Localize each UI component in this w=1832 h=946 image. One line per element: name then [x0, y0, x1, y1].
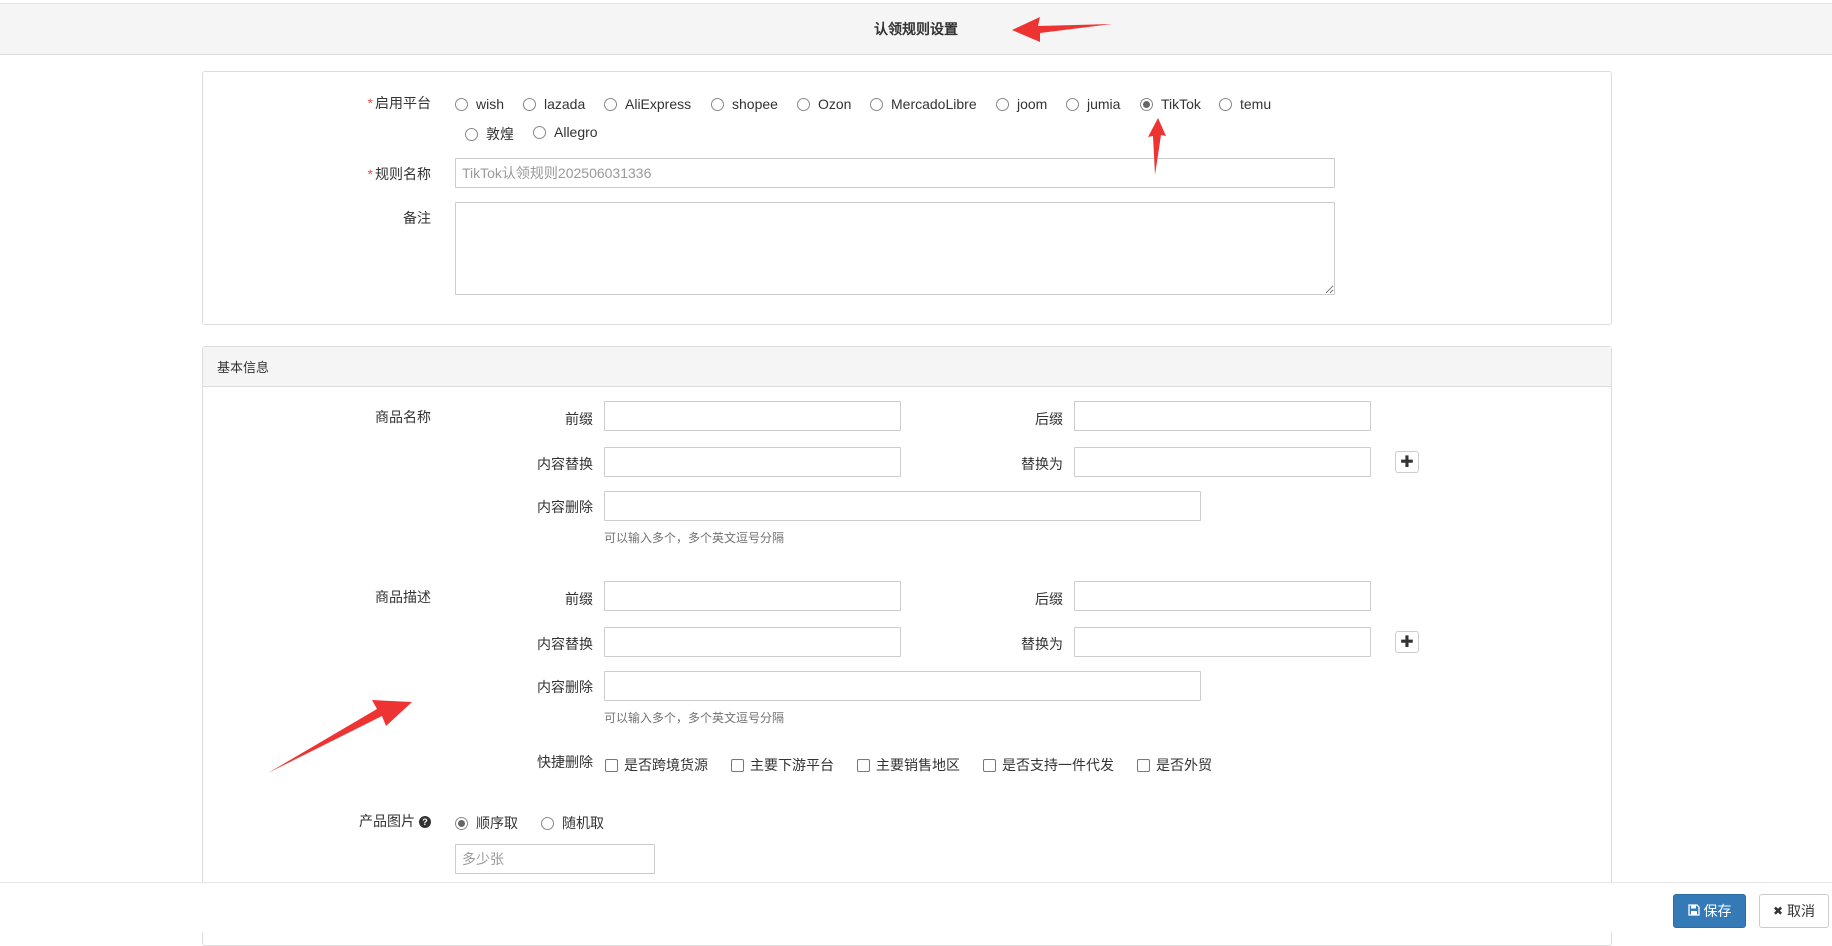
radio-circle[interactable]: [797, 97, 810, 111]
name-replace-with-label: 替换为: [1021, 456, 1063, 472]
desc-add-replace-button[interactable]: ✚: [1395, 631, 1419, 653]
name-suffix-label: 后缀: [1035, 411, 1063, 427]
name-replace-with-input[interactable]: [1074, 447, 1371, 477]
platform-radio-wish[interactable]: wish: [455, 96, 504, 112]
checkbox-box[interactable]: [1137, 758, 1150, 772]
name-prefix-input[interactable]: [604, 401, 901, 431]
desc-replace-with-input[interactable]: [1074, 627, 1371, 657]
platform-radio-aliexpress[interactable]: AliExpress: [604, 96, 691, 112]
radio-circle[interactable]: [455, 97, 468, 111]
rule-settings-panel: * 启用平台 wish lazada AliExpress shopee Ozon…: [202, 71, 1612, 325]
question-circle-icon[interactable]: ?: [419, 816, 431, 829]
checkbox-box[interactable]: [983, 758, 996, 772]
desc-delete-help: 可以输入多个，多个英文逗号分隔: [604, 711, 785, 725]
remark-textarea[interactable]: [455, 202, 1335, 295]
product-desc-label: 商品描述: [375, 589, 431, 605]
platform-label: * 启用平台: [367, 95, 431, 111]
name-delete-input[interactable]: [604, 491, 1201, 521]
radio-circle[interactable]: [533, 125, 546, 139]
page-header: 认领规则设置: [0, 3, 1832, 55]
quick-delete-cross-border[interactable]: 是否跨境货源: [605, 755, 708, 775]
platform-radio-joom[interactable]: joom: [996, 96, 1047, 112]
name-replace-input[interactable]: [604, 447, 901, 477]
cancel-button[interactable]: ✖ 取消: [1759, 894, 1829, 928]
platform-radio-dunhuang[interactable]: 敦煌: [465, 124, 514, 144]
quick-delete-sales-region[interactable]: 主要销售地区: [857, 755, 960, 775]
radio-circle[interactable]: [996, 97, 1009, 111]
quick-delete-dropshipping[interactable]: 是否支持一件代发: [983, 755, 1114, 775]
radio-circle[interactable]: [523, 97, 536, 111]
platform-radio-shopee[interactable]: shopee: [711, 96, 778, 112]
images-order-radio[interactable]: 顺序取: [455, 813, 518, 833]
images-random-radio[interactable]: 随机取: [541, 813, 604, 833]
platform-radio-mercadolibre[interactable]: MercadoLibre: [870, 96, 977, 112]
radio-circle[interactable]: [870, 97, 883, 111]
radio-circle[interactable]: [465, 127, 478, 141]
quick-delete-label: 快捷删除: [537, 754, 593, 770]
plus-icon: ✚: [1400, 634, 1414, 651]
platform-radio-tiktok[interactable]: TikTok: [1140, 96, 1201, 112]
radio-circle[interactable]: [1066, 97, 1079, 111]
platform-radio-jumia[interactable]: jumia: [1066, 96, 1120, 112]
floppy-disk-icon: [1687, 903, 1700, 919]
basic-info-panel: 基本信息 商品名称 前缀 后缀 内容替换 替换为 ✚ 内容删除 可以输入多个，多…: [202, 346, 1612, 946]
platform-radio-lazada[interactable]: lazada: [523, 96, 585, 112]
name-delete-help: 可以输入多个，多个英文逗号分隔: [604, 531, 785, 545]
images-count-input[interactable]: [455, 844, 655, 874]
desc-prefix-label: 前缀: [565, 591, 593, 607]
name-suffix-input[interactable]: [1074, 401, 1371, 431]
footer-bar: 保存 ✖ 取消: [0, 882, 1832, 932]
plus-icon: ✚: [1400, 454, 1414, 471]
product-images-label: 产品图片?: [203, 811, 431, 831]
name-add-replace-button[interactable]: ✚: [1395, 451, 1419, 473]
remark-label: 备注: [403, 210, 431, 226]
radio-circle[interactable]: [711, 97, 724, 111]
desc-replace-with-label: 替换为: [1021, 636, 1063, 652]
name-delete-label: 内容删除: [537, 499, 593, 515]
desc-suffix-label: 后缀: [1035, 591, 1063, 607]
desc-suffix-input[interactable]: [1074, 581, 1371, 611]
desc-replace-input[interactable]: [604, 627, 901, 657]
close-icon: ✖: [1772, 904, 1784, 918]
quick-delete-foreign-trade[interactable]: 是否外贸: [1137, 755, 1212, 775]
rule-name-input[interactable]: [455, 158, 1335, 188]
product-name-label: 商品名称: [375, 409, 431, 425]
radio-circle[interactable]: [541, 816, 554, 830]
platform-radio-temu[interactable]: temu: [1219, 96, 1271, 112]
platform-radio-allegro[interactable]: Allegro: [533, 124, 598, 140]
checkbox-box[interactable]: [857, 758, 870, 772]
page-title: 认领规则设置: [874, 21, 958, 37]
name-replace-label: 内容替换: [537, 456, 593, 472]
checkbox-box[interactable]: [605, 758, 618, 772]
name-prefix-label: 前缀: [565, 411, 593, 427]
platform-radio-ozon[interactable]: Ozon: [797, 96, 851, 112]
desc-replace-label: 内容替换: [537, 636, 593, 652]
desc-delete-label: 内容删除: [537, 679, 593, 695]
checkbox-box[interactable]: [731, 758, 744, 772]
basic-info-heading: 基本信息: [203, 347, 1611, 387]
radio-circle[interactable]: [604, 97, 617, 111]
radio-circle-checked[interactable]: [455, 816, 468, 830]
radio-circle-checked[interactable]: [1140, 97, 1153, 111]
desc-delete-input[interactable]: [604, 671, 1201, 701]
quick-delete-downstream-platform[interactable]: 主要下游平台: [731, 755, 834, 775]
rule-name-label: * 规则名称: [367, 166, 431, 182]
save-button[interactable]: 保存: [1673, 894, 1746, 928]
desc-prefix-input[interactable]: [604, 581, 901, 611]
radio-circle[interactable]: [1219, 97, 1232, 111]
